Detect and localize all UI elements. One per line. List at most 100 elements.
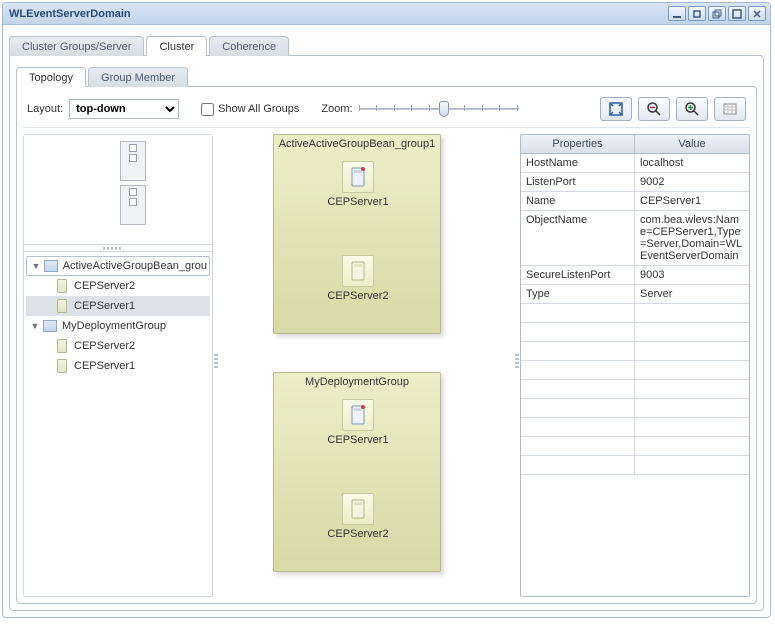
tree-server-label: CEPServer1 [74, 360, 135, 372]
property-row[interactable]: HostNamelocalhost [521, 154, 749, 173]
tree-server[interactable]: CEPServer1 [26, 296, 210, 316]
diagram-server-label: CEPServer2 [323, 528, 393, 540]
diagram-server-label: CEPServer1 [323, 434, 393, 446]
property-row-empty [521, 380, 749, 399]
zoom-slider-thumb[interactable] [439, 101, 449, 117]
property-row-empty [521, 456, 749, 475]
show-all-groups-input[interactable] [201, 103, 214, 116]
topology-toolbar: Layout: top-down Show All Groups Zoom: [23, 93, 750, 128]
server-icon [54, 298, 70, 314]
navigator-column: ▼ ActiveActiveGroupBean_grou CEPServer2 … [23, 134, 213, 597]
group-tree: ▼ ActiveActiveGroupBean_grou CEPServer2 … [24, 252, 212, 596]
zoom-slider[interactable] [359, 99, 519, 119]
properties-grid-button[interactable] [714, 97, 746, 121]
property-value: CEPServer1 [635, 192, 749, 211]
property-value: localhost [635, 154, 749, 173]
cluster-panel: Topology Group Member Layout: top-down S… [9, 55, 764, 611]
restore-button[interactable] [708, 6, 726, 21]
tab-cluster[interactable]: Cluster [146, 36, 207, 56]
diagram-group[interactable]: MyDeploymentGroup CEPServer1 [273, 372, 441, 572]
property-key: SecureListenPort [521, 266, 635, 285]
inner-tabstrip: Topology Group Member [16, 62, 757, 86]
window-title: WLEventServerDomain [7, 8, 666, 20]
property-key: Type [521, 285, 635, 304]
property-key: ObjectName [521, 211, 635, 266]
diagram-server-label: CEPServer1 [323, 196, 393, 208]
maximize-button[interactable] [728, 6, 746, 21]
property-row[interactable]: SecureListenPort9003 [521, 266, 749, 285]
group-icon [42, 318, 58, 334]
diagram-server-node[interactable]: CEPServer2 [323, 493, 393, 540]
diagram-group[interactable]: ActiveActiveGroupBean_group1 CEPServer1 [273, 134, 441, 334]
property-row-empty [521, 437, 749, 456]
tab-group-member[interactable]: Group Member [88, 67, 188, 87]
minimize-button[interactable] [668, 6, 686, 21]
property-row[interactable]: TypeServer [521, 285, 749, 304]
zoom-in-button[interactable] [676, 97, 708, 121]
property-row[interactable]: ObjectNamecom.bea.wlevs:Name=CEPServer1,… [521, 211, 749, 266]
properties-header-key[interactable]: Properties [521, 135, 635, 154]
layout-label: Layout: [27, 103, 63, 115]
minimap-splitter[interactable] [24, 245, 212, 252]
collapse-icon[interactable]: ▼ [30, 321, 40, 331]
property-row-empty [521, 304, 749, 323]
properties-header-value[interactable]: Value [635, 135, 749, 154]
server-icon [342, 399, 374, 431]
diagram-server-node[interactable]: CEPServer1 [323, 399, 393, 446]
properties-column: Properties Value HostNamelocalhostListen… [520, 134, 750, 597]
property-key: ListenPort [521, 173, 635, 192]
show-all-groups-label: Show All Groups [218, 103, 299, 115]
tree-server[interactable]: CEPServer1 [26, 356, 210, 376]
property-row[interactable]: NameCEPServer1 [521, 192, 749, 211]
main-area: ▼ ActiveActiveGroupBean_grou CEPServer2 … [23, 128, 750, 597]
topology-canvas[interactable]: ActiveActiveGroupBean_group1 CEPServer1 [219, 134, 514, 597]
property-value: 9003 [635, 266, 749, 285]
tree-group-label: ActiveActiveGroupBean_grou [63, 260, 207, 272]
property-key: Name [521, 192, 635, 211]
tree-server-label: CEPServer1 [74, 300, 135, 312]
group-icon [43, 258, 59, 274]
tree-server-label: CEPServer2 [74, 340, 135, 352]
tree-server[interactable]: CEPServer2 [26, 276, 210, 296]
property-row-empty [521, 342, 749, 361]
property-row-empty [521, 323, 749, 342]
server-icon [54, 358, 70, 374]
tree-server-label: CEPServer2 [74, 280, 135, 292]
property-value: com.bea.wlevs:Name=CEPServer1,Type=Serve… [635, 211, 749, 266]
server-icon [342, 493, 374, 525]
property-row[interactable]: ListenPort9002 [521, 173, 749, 192]
tab-cluster-groups-server[interactable]: Cluster Groups/Server [9, 36, 144, 56]
tab-coherence[interactable]: Coherence [209, 36, 289, 56]
tab-topology[interactable]: Topology [16, 67, 86, 87]
zoom-out-button[interactable] [638, 97, 670, 121]
tree-server[interactable]: CEPServer2 [26, 336, 210, 356]
diagram-server-node[interactable]: CEPServer1 [323, 161, 393, 208]
property-row-empty [521, 361, 749, 380]
property-value: Server [635, 285, 749, 304]
server-icon [342, 255, 374, 287]
property-row-empty [521, 418, 749, 437]
diagram-group-title: ActiveActiveGroupBean_group1 [274, 135, 440, 156]
show-all-groups-checkbox[interactable]: Show All Groups [201, 103, 299, 116]
tree-group[interactable]: ▼ MyDeploymentGroup [26, 316, 210, 336]
minimap[interactable] [24, 135, 212, 245]
collapse-icon[interactable]: ▼ [31, 261, 41, 271]
property-value: 9002 [635, 173, 749, 192]
server-icon [342, 161, 374, 193]
tree-group[interactable]: ▼ ActiveActiveGroupBean_grou [26, 256, 210, 276]
property-row-empty [521, 399, 749, 418]
layout-select[interactable]: top-down [69, 99, 179, 119]
close-button[interactable] [748, 6, 766, 21]
diagram-group-title: MyDeploymentGroup [274, 373, 440, 394]
diagram-server-node[interactable]: CEPServer2 [323, 255, 393, 302]
zoom-label: Zoom: [321, 103, 352, 115]
tree-group-label: MyDeploymentGroup [62, 320, 166, 332]
properties-header: Properties Value [521, 135, 749, 154]
restore-down-button[interactable] [688, 6, 706, 21]
diagram-server-label: CEPServer2 [323, 290, 393, 302]
server-icon [54, 338, 70, 354]
server-icon [54, 278, 70, 294]
titlebar: WLEventServerDomain [3, 3, 770, 25]
property-key: HostName [521, 154, 635, 173]
fit-window-button[interactable] [600, 97, 632, 121]
